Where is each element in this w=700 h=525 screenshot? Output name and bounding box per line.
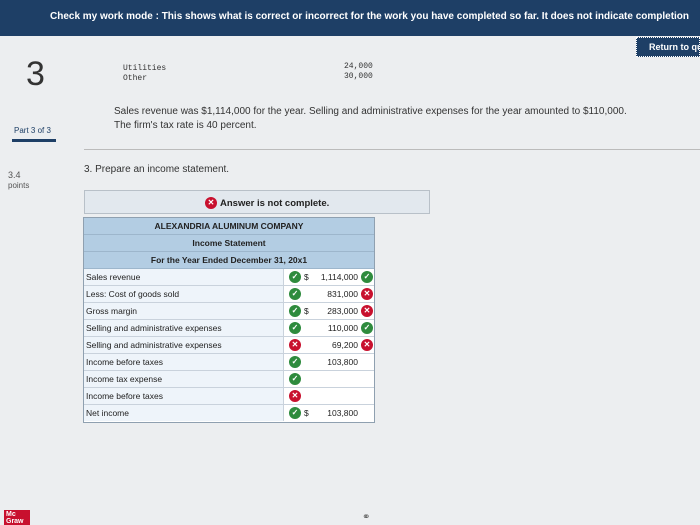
correct-icon: ✓ bbox=[289, 288, 301, 300]
row-label-select[interactable]: Selling and administrative expenses bbox=[84, 320, 284, 336]
row-label-select[interactable]: Income tax expense bbox=[84, 371, 284, 387]
points-value: 3.4 bbox=[8, 170, 21, 180]
incorrect-icon: ✕ bbox=[361, 339, 373, 351]
mcgraw-hill-logo: Mc Graw bbox=[4, 510, 30, 525]
table-row: Selling and administrative expenses ✓ 110,… bbox=[84, 320, 374, 337]
answer-status-box: ✕ Answer is not complete. bbox=[84, 190, 430, 214]
expense-value-utilities: 24,000 bbox=[344, 62, 373, 71]
row-label-select[interactable]: Net income bbox=[84, 405, 284, 421]
link-icon[interactable]: ⚭ bbox=[362, 512, 370, 523]
incorrect-icon: ✕ bbox=[361, 305, 373, 317]
incorrect-icon: ✕ bbox=[289, 390, 301, 402]
question-prompt: 3. Prepare an income statement. bbox=[84, 164, 230, 175]
table-row: Selling and administrative expenses ✕ 69,2… bbox=[84, 337, 374, 354]
table-row: Sales revenue ✓ $1,114,000 ✓ bbox=[84, 269, 374, 286]
row-amount-input[interactable]: 103,800 bbox=[310, 354, 358, 370]
row-label-select[interactable]: Sales revenue bbox=[84, 269, 284, 285]
expense-label-other: Other bbox=[123, 74, 148, 83]
incorrect-icon: ✕ bbox=[205, 197, 217, 209]
dollar-sign: $ bbox=[304, 408, 309, 418]
statement-title: Income Statement bbox=[84, 235, 374, 252]
incorrect-icon: ✕ bbox=[289, 339, 301, 351]
table-row: Income before taxes ✕ bbox=[84, 388, 374, 405]
table-row: Income before taxes ✓ 103,800 bbox=[84, 354, 374, 371]
company-name: ALEXANDRIA ALUMINUM COMPANY bbox=[84, 218, 374, 235]
row-amount-input[interactable]: 110,000 bbox=[310, 320, 358, 336]
correct-icon: ✓ bbox=[289, 373, 301, 385]
row-amount-input[interactable]: 283,000 bbox=[310, 303, 358, 319]
return-to-question-button[interactable]: Return to qu bbox=[636, 37, 700, 57]
answer-status-text: Answer is not complete. bbox=[220, 197, 330, 209]
statement-rows: Sales revenue ✓ $1,114,000 ✓ Less: Cost of g… bbox=[84, 269, 374, 422]
row-amount-input[interactable]: 103,800 bbox=[310, 405, 358, 421]
part-indicator: Part 3 of 3 bbox=[14, 126, 51, 135]
correct-icon: ✓ bbox=[289, 322, 301, 334]
row-label-select[interactable]: Gross margin bbox=[84, 303, 284, 319]
table-row: Net income ✓ $103,800 bbox=[84, 405, 374, 422]
table-row: Gross margin ✓ $283,000 ✕ bbox=[84, 303, 374, 320]
dollar-sign: $ bbox=[304, 272, 309, 282]
row-amount-input[interactable]: 69,200 bbox=[310, 337, 358, 353]
table-row: Less: Cost of goods sold ✓ 831,000 ✕ bbox=[84, 286, 374, 303]
part-progress-bar bbox=[12, 139, 56, 142]
expense-value-other: 30,000 bbox=[344, 72, 373, 81]
statement-period: For the Year Ended December 31, 20x1 bbox=[84, 252, 374, 269]
dollar-sign: $ bbox=[304, 306, 309, 316]
expense-label-utilities: Utilities bbox=[123, 64, 167, 73]
correct-icon: ✓ bbox=[289, 356, 301, 368]
problem-text-line1: Sales revenue was $1,114,000 for the yea… bbox=[114, 106, 627, 117]
row-label-select[interactable]: Income before taxes bbox=[84, 354, 284, 370]
table-row: Income tax expense ✓ bbox=[84, 371, 374, 388]
row-label-select[interactable]: Selling and administrative expenses bbox=[84, 337, 284, 353]
correct-icon: ✓ bbox=[361, 322, 373, 334]
section-divider bbox=[84, 149, 700, 150]
points-label: points bbox=[8, 181, 30, 190]
question-number: 3 bbox=[26, 55, 45, 93]
correct-icon: ✓ bbox=[289, 271, 301, 283]
problem-text-line2: The firm's tax rate is 40 percent. bbox=[114, 120, 257, 131]
income-statement-table: ALEXANDRIA ALUMINUM COMPANY Income State… bbox=[83, 217, 375, 423]
correct-icon: ✓ bbox=[289, 305, 301, 317]
statement-header: ALEXANDRIA ALUMINUM COMPANY Income State… bbox=[84, 218, 374, 269]
check-my-work-banner: Check my work mode : This shows what is … bbox=[0, 0, 700, 36]
row-amount-input[interactable]: 1,114,000 bbox=[310, 269, 358, 285]
correct-icon: ✓ bbox=[361, 271, 373, 283]
correct-icon: ✓ bbox=[289, 407, 301, 419]
row-label-select[interactable]: Income before taxes bbox=[84, 388, 284, 404]
row-amount-input[interactable]: 831,000 bbox=[310, 286, 358, 302]
row-label-select[interactable]: Less: Cost of goods sold bbox=[84, 286, 284, 302]
incorrect-icon: ✕ bbox=[361, 288, 373, 300]
